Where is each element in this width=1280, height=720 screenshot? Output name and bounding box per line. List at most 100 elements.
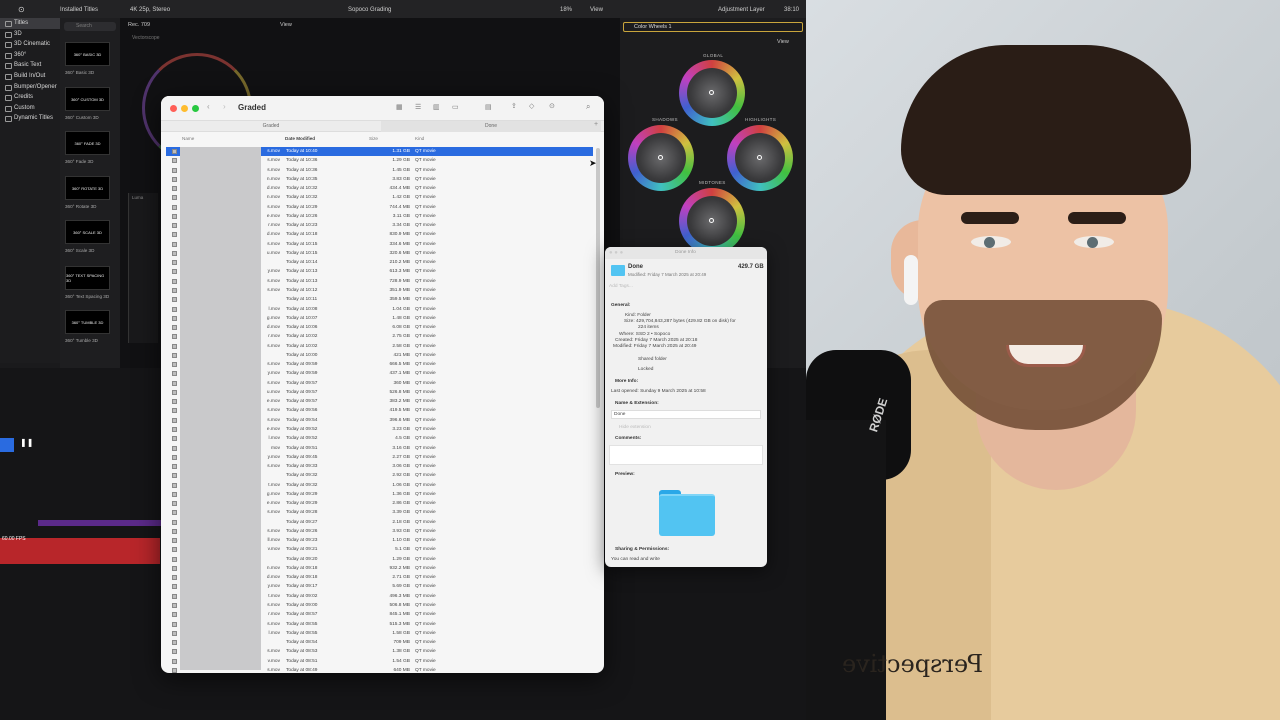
project-title: Sopoco Grading xyxy=(348,7,392,13)
group-icon[interactable]: ▤ xyxy=(485,103,492,111)
sharing-section[interactable]: Sharing & Permissions: xyxy=(615,547,669,552)
file-icon xyxy=(172,371,177,377)
title-thumbnail[interactable]: 360° ROTATE 3D xyxy=(65,176,110,200)
shared-folder-checkbox[interactable]: Shared folder xyxy=(638,357,667,362)
more-icon[interactable]: ⊙ xyxy=(549,102,555,110)
file-date: Today at 10:11 xyxy=(286,297,318,303)
luma-label: Luma xyxy=(132,195,144,200)
title-caption: 360° Tumble 3D xyxy=(65,338,98,343)
new-tab-icon[interactable]: + xyxy=(594,121,598,128)
share-icon[interactable]: ⊙ xyxy=(18,5,25,14)
finder-scrollbar[interactable] xyxy=(596,148,600,408)
title-caption: 360° Text Spacing 3D xyxy=(65,294,110,299)
info-modified: Modified: Friday 7 March 2025 at 20:49 xyxy=(628,272,707,277)
tag-icon[interactable]: ◇ xyxy=(529,102,534,110)
file-kind: QT movie xyxy=(415,352,436,358)
library-item[interactable]: Basic Text xyxy=(0,60,60,71)
library-item[interactable]: Build In/Out xyxy=(0,71,60,82)
minimize-button[interactable] xyxy=(181,105,188,112)
hide-extension-checkbox[interactable]: Hide extension xyxy=(619,425,651,430)
general-section[interactable]: General: xyxy=(611,303,630,308)
library-item[interactable]: Bumper/Opener xyxy=(0,82,60,93)
more-info-section[interactable]: More Info: xyxy=(615,379,638,384)
traffic-lights[interactable]: ● ● ● xyxy=(609,250,623,256)
library-item[interactable]: 360° xyxy=(0,50,60,61)
share-icon[interactable]: ⇪ xyxy=(511,102,517,110)
locked-checkbox[interactable]: Locked xyxy=(638,367,653,372)
file-size: 845.1 MB xyxy=(389,612,410,618)
library-item[interactable]: Titles xyxy=(0,18,60,29)
file-size: 506.8 MB xyxy=(389,603,410,609)
file-kind: QT movie xyxy=(415,473,436,479)
list-view-icon[interactable]: ☰ xyxy=(415,103,421,111)
file-date: Today at 10:14 xyxy=(286,260,318,266)
file-date: Today at 09:32 xyxy=(286,473,318,479)
comments-field[interactable] xyxy=(609,445,763,465)
title-thumbnail[interactable]: 360° FADE 3D xyxy=(65,131,110,155)
gallery-view-icon[interactable]: ▭ xyxy=(452,103,459,111)
play-button[interactable] xyxy=(0,438,14,452)
title-thumbnail[interactable]: 360° TUMBLE 3D xyxy=(65,310,110,334)
view-menu[interactable]: View xyxy=(590,7,603,13)
file-icon xyxy=(172,649,177,655)
file-icon xyxy=(172,547,177,553)
file-size: 830.9 MB xyxy=(389,232,410,238)
file-size: 383.2 MB xyxy=(389,399,410,405)
file-kind: QT movie xyxy=(415,278,436,284)
forward-icon[interactable]: › xyxy=(223,102,226,111)
file-icon xyxy=(172,176,177,182)
timeline-clip[interactable] xyxy=(38,520,161,526)
preview-section[interactable]: Preview: xyxy=(615,472,635,477)
inspector-view-menu[interactable]: View xyxy=(777,39,789,45)
color-wheels-selector[interactable]: Color Wheels 1 xyxy=(623,22,803,32)
library-item[interactable]: Custom xyxy=(0,103,60,114)
file-icon xyxy=(172,362,177,368)
title-thumbnail[interactable]: 360° CUSTOM 3D xyxy=(65,87,110,111)
file-kind: QT movie xyxy=(415,223,436,229)
title-thumbnail[interactable]: 360° TEXT SPACING 3D xyxy=(65,266,110,290)
library-item[interactable]: Dynamic Titles xyxy=(0,113,60,124)
library-item[interactable]: 3D xyxy=(0,29,60,40)
zoom-button[interactable] xyxy=(192,105,199,112)
column-size[interactable]: Size xyxy=(369,136,378,141)
name-field[interactable]: Done xyxy=(611,410,761,419)
shadows-color-wheel[interactable] xyxy=(628,125,694,191)
column-kind[interactable]: Kind xyxy=(415,136,424,141)
file-kind: QT movie xyxy=(415,528,436,534)
tab-done[interactable]: Done xyxy=(381,121,601,132)
close-button[interactable] xyxy=(170,105,177,112)
icon-view-icon[interactable]: ▦ xyxy=(396,103,403,111)
library-item[interactable]: 3D Cinematic xyxy=(0,39,60,50)
midtones-color-wheel[interactable] xyxy=(679,188,745,254)
file-size: 1.38 GB xyxy=(392,649,410,655)
name-extension-section[interactable]: Name & Extension: xyxy=(615,401,659,406)
browser-search-input[interactable]: Search xyxy=(64,22,116,31)
library-header[interactable]: Installed Titles xyxy=(60,7,98,13)
file-kind: QT movie xyxy=(415,603,436,609)
column-view-icon[interactable]: ▥ xyxy=(433,103,440,111)
highlights-color-wheel[interactable] xyxy=(727,125,793,191)
column-name[interactable]: Name xyxy=(182,136,194,141)
zoom-level[interactable]: 18% xyxy=(560,7,572,13)
library-item[interactable]: Credits xyxy=(0,92,60,103)
comments-section[interactable]: Comments: xyxy=(615,436,641,441)
tab-graded[interactable]: Graded xyxy=(161,121,381,132)
left-eye xyxy=(971,236,1011,248)
file-date: Today at 09:00 xyxy=(286,603,318,609)
tags-input[interactable]: Add Tags... xyxy=(609,284,633,289)
file-kind: QT movie xyxy=(415,491,436,497)
file-icon xyxy=(172,556,177,562)
column-date[interactable]: Date Modified xyxy=(285,136,315,141)
title-thumbnail[interactable]: 360° SCALE 3D xyxy=(65,220,110,244)
title-thumbnail[interactable]: 360° BASIC 3D xyxy=(65,42,110,66)
pause-icon[interactable]: ❚❚ xyxy=(20,438,33,447)
global-color-wheel[interactable] xyxy=(679,60,745,126)
search-icon[interactable]: ⌕ xyxy=(586,102,590,112)
file-size: 5.1 GB xyxy=(395,547,410,553)
back-icon[interactable]: ‹ xyxy=(207,102,210,111)
file-date: Today at 09:21 xyxy=(286,547,318,553)
viewer-view-menu[interactable]: View xyxy=(280,22,292,28)
file-size: 728.9 MB xyxy=(389,278,410,284)
file-kind: QT movie xyxy=(415,158,436,164)
file-size: 2.86 GB xyxy=(392,501,410,507)
